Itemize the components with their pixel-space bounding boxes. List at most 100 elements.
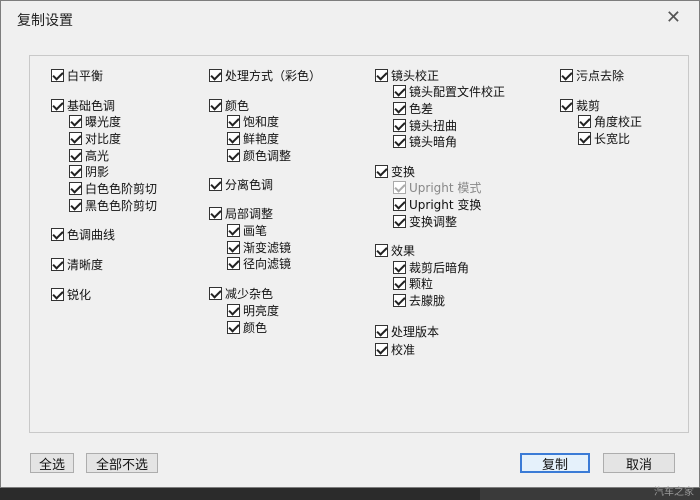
checkbox-box[interactable] <box>393 85 406 98</box>
checkbox-box[interactable] <box>578 132 591 145</box>
checkbox-box[interactable] <box>227 257 240 270</box>
select-none-button[interactable]: 全部不选 <box>86 453 158 473</box>
checkbox-box[interactable] <box>51 99 64 112</box>
saturation-checkbox[interactable]: 饱和度 <box>227 113 279 130</box>
checkbox-label: 颜色 <box>243 321 268 335</box>
copy-button[interactable]: 复制 <box>520 453 590 473</box>
luminance-checkbox[interactable]: 明亮度 <box>227 302 279 319</box>
checkbox-box[interactable] <box>209 178 222 191</box>
checkbox-box[interactable] <box>227 115 240 128</box>
select-all-button[interactable]: 全选 <box>30 453 74 473</box>
aspect-ratio-checkbox[interactable]: 长宽比 <box>578 130 630 147</box>
transform-adjust-checkbox[interactable]: 变换调整 <box>393 213 457 230</box>
effects-checkbox[interactable]: 效果 <box>375 242 415 259</box>
checkbox-box[interactable] <box>375 244 388 257</box>
white-clip-checkbox[interactable]: 白色色阶剪切 <box>69 180 157 197</box>
checkbox-box[interactable] <box>393 215 406 228</box>
radial-filter-checkbox[interactable]: 径向滤镜 <box>227 255 291 272</box>
checkbox-box[interactable] <box>209 207 222 220</box>
checkbox-box[interactable] <box>69 149 82 162</box>
checkbox-box[interactable] <box>393 277 406 290</box>
checkbox-label: 高光 <box>85 149 110 163</box>
nr-color-checkbox[interactable]: 颜色 <box>227 319 267 336</box>
dehaze-checkbox[interactable]: 去朦胧 <box>393 292 445 309</box>
tone-curve-checkbox[interactable]: 色调曲线 <box>51 226 115 243</box>
checkbox-box[interactable] <box>227 241 240 254</box>
process-version-checkbox[interactable]: 处理版本 <box>375 323 439 340</box>
brush-checkbox[interactable]: 画笔 <box>227 222 267 239</box>
checkbox-box[interactable] <box>393 294 406 307</box>
upright-mode-checkbox: Upright 模式 <box>393 179 481 196</box>
checkbox-box[interactable] <box>393 261 406 274</box>
checkbox-box[interactable] <box>393 135 406 148</box>
checkbox-box[interactable] <box>51 288 64 301</box>
checkbox-box[interactable] <box>209 99 222 112</box>
post-crop-vignette-checkbox[interactable]: 裁剪后暗角 <box>393 259 469 276</box>
sharpening-checkbox[interactable]: 锐化 <box>51 286 91 303</box>
exposure-checkbox[interactable]: 曝光度 <box>69 113 121 130</box>
checkbox-box[interactable] <box>69 165 82 178</box>
checkbox-label: 鲜艳度 <box>243 132 280 146</box>
upright-transform-checkbox[interactable]: Upright 变换 <box>393 196 481 213</box>
contrast-checkbox[interactable]: 对比度 <box>69 130 121 147</box>
checkbox-box[interactable] <box>578 115 591 128</box>
checkbox-box[interactable] <box>393 198 406 211</box>
profile-correction-checkbox[interactable]: 镜头配置文件校正 <box>393 83 505 100</box>
checkbox-box[interactable] <box>560 99 573 112</box>
cancel-button[interactable]: 取消 <box>603 453 675 473</box>
checkbox-box[interactable] <box>393 119 406 132</box>
checkbox-box[interactable] <box>69 182 82 195</box>
close-icon[interactable]: ✕ <box>666 7 681 28</box>
checkbox-label: 裁剪后暗角 <box>409 261 470 275</box>
transform-checkbox[interactable]: 变换 <box>375 163 415 180</box>
checkbox-box[interactable] <box>227 304 240 317</box>
lens-corrections-checkbox[interactable]: 镜头校正 <box>375 67 439 84</box>
spot-removal-checkbox[interactable]: 污点去除 <box>560 67 624 84</box>
checkbox-box[interactable] <box>227 132 240 145</box>
lens-distortion-checkbox[interactable]: 镜头扭曲 <box>393 117 457 134</box>
grain-checkbox[interactable]: 颗粒 <box>393 275 433 292</box>
checkbox-label: Upright 模式 <box>409 181 482 195</box>
calibration-checkbox[interactable]: 校准 <box>375 341 415 358</box>
checkbox-label: 黑色色阶剪切 <box>85 199 158 213</box>
checkbox-box[interactable] <box>227 321 240 334</box>
checkbox-label: 白色色阶剪切 <box>85 182 158 196</box>
checkbox-box[interactable] <box>209 287 222 300</box>
checkbox-box[interactable] <box>69 115 82 128</box>
chromatic-aberration-checkbox[interactable]: 色差 <box>393 100 433 117</box>
checkbox-box[interactable] <box>69 199 82 212</box>
checkbox-box[interactable] <box>209 69 222 82</box>
checkbox-box[interactable] <box>375 69 388 82</box>
treatment-checkbox[interactable]: 处理方式（彩色） <box>209 67 321 84</box>
checkbox-box[interactable] <box>375 325 388 338</box>
checkbox-box[interactable] <box>227 224 240 237</box>
lens-vignetting-checkbox[interactable]: 镜头暗角 <box>393 133 457 150</box>
checkbox-box[interactable] <box>51 228 64 241</box>
shadows-checkbox[interactable]: 阴影 <box>69 163 109 180</box>
checkbox-box[interactable] <box>375 165 388 178</box>
split-toning-checkbox[interactable]: 分离色调 <box>209 176 273 193</box>
noise-reduction-checkbox[interactable]: 减少杂色 <box>209 285 273 302</box>
checkbox-box[interactable] <box>560 69 573 82</box>
clarity-checkbox[interactable]: 清晰度 <box>51 256 103 273</box>
checkbox-box[interactable] <box>393 102 406 115</box>
checkbox-box[interactable] <box>51 69 64 82</box>
crop-checkbox[interactable]: 裁剪 <box>560 97 600 114</box>
basic-tone-checkbox[interactable]: 基础色调 <box>51 97 115 114</box>
white-balance-checkbox[interactable]: 白平衡 <box>51 67 103 84</box>
local-adjust-checkbox[interactable]: 局部调整 <box>209 205 273 222</box>
color-adjust-checkbox[interactable]: 颜色调整 <box>227 147 291 164</box>
graduated-filter-checkbox[interactable]: 渐变滤镜 <box>227 239 291 256</box>
checkbox-box[interactable] <box>375 343 388 356</box>
checkbox-label: 色差 <box>409 102 434 116</box>
black-clip-checkbox[interactable]: 黑色色阶剪切 <box>69 197 157 214</box>
checkbox-box[interactable] <box>51 258 64 271</box>
checkbox-label: 镜头配置文件校正 <box>409 85 506 99</box>
highlights-checkbox[interactable]: 高光 <box>69 147 109 164</box>
copy-settings-dialog: 复制设置 ✕ 白平衡 基础色调 曝光度 对比度 高光 阴影 白色色阶剪切 黑色色… <box>0 0 700 488</box>
checkbox-box[interactable] <box>69 132 82 145</box>
checkbox-box[interactable] <box>227 149 240 162</box>
straighten-angle-checkbox[interactable]: 角度校正 <box>578 113 642 130</box>
vibrance-checkbox[interactable]: 鲜艳度 <box>227 130 279 147</box>
color-checkbox[interactable]: 颜色 <box>209 97 249 114</box>
